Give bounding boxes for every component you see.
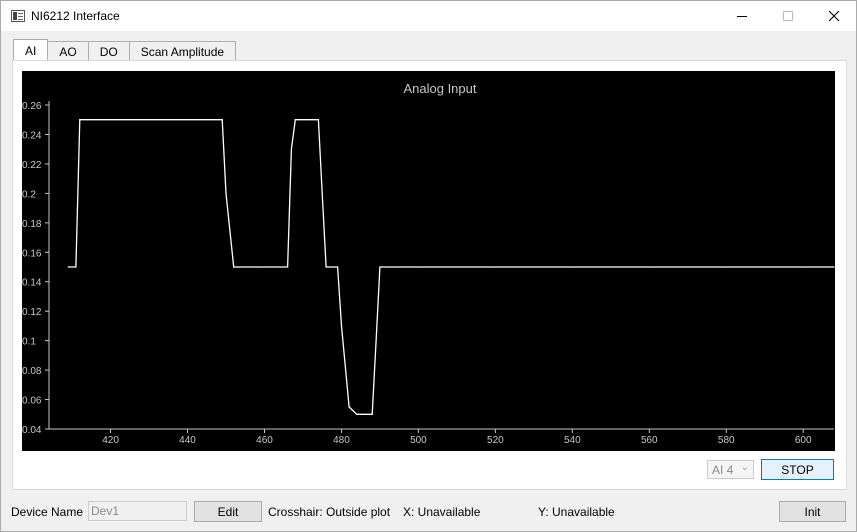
x-tick-label: 600 bbox=[795, 435, 812, 446]
data-point bbox=[802, 266, 804, 268]
x-tick-label: 580 bbox=[718, 435, 735, 446]
stop-button[interactable]: STOP bbox=[761, 459, 834, 480]
data-point bbox=[221, 119, 223, 121]
data-point bbox=[387, 266, 389, 268]
y-tick-label: 0.14 bbox=[22, 278, 42, 289]
data-point bbox=[67, 266, 69, 268]
tab-bar: AI AO DO Scan Amplitude bbox=[13, 39, 237, 61]
data-point bbox=[356, 413, 358, 415]
init-button[interactable]: Init bbox=[779, 501, 846, 522]
plot-title: Analog Input bbox=[403, 81, 476, 96]
series-line bbox=[68, 119, 834, 415]
data-point bbox=[148, 119, 150, 121]
data-point bbox=[494, 266, 496, 268]
chevron-down-icon: ⌄ bbox=[740, 462, 749, 473]
data-point bbox=[725, 266, 727, 268]
data-point bbox=[79, 119, 81, 121]
plot-canvas: Analog Input 0.04 0.06 0.08 0.1 0.12 0.14 0.16… bbox=[22, 81, 835, 446]
data-point bbox=[325, 266, 327, 268]
data-point bbox=[75, 266, 77, 268]
y-tick-label: 0.18 bbox=[22, 219, 42, 230]
y-tick-label: 0.08 bbox=[22, 366, 42, 377]
y-tick-label: 0.22 bbox=[22, 160, 42, 171]
maximize-icon bbox=[783, 11, 793, 21]
close-button[interactable] bbox=[811, 1, 857, 31]
data-point bbox=[340, 325, 343, 327]
x-readout: X: Unavailable bbox=[403, 505, 481, 519]
y-readout: Y: Unavailable bbox=[538, 505, 615, 519]
data-point bbox=[186, 119, 189, 121]
x-tick-label: 420 bbox=[102, 435, 119, 446]
data-point bbox=[379, 266, 381, 268]
minimize-icon bbox=[737, 15, 747, 17]
main-window: NI6212 Interface AI AO DO Scan Amplitude… bbox=[0, 0, 857, 532]
data-point bbox=[367, 413, 369, 415]
y-tick-label: 0.04 bbox=[22, 425, 42, 436]
device-name-field[interactable]: Dev1 bbox=[88, 501, 187, 521]
tab-do[interactable]: DO bbox=[87, 41, 130, 61]
x-tick-label: 460 bbox=[256, 435, 273, 446]
data-point bbox=[287, 266, 289, 268]
data-point bbox=[233, 266, 235, 268]
y-tick-label: 0.06 bbox=[22, 396, 42, 407]
app-window-icon bbox=[11, 10, 25, 22]
window-title: NI6212 Interface bbox=[31, 9, 120, 23]
crosshair-status: Crosshair: Outside plot bbox=[268, 505, 391, 519]
data-point bbox=[302, 119, 304, 121]
data-point bbox=[648, 266, 650, 268]
y-tick-label: 0.24 bbox=[22, 130, 42, 141]
x-tick-label: 560 bbox=[641, 435, 658, 446]
data-point bbox=[417, 266, 419, 268]
data-point bbox=[398, 266, 400, 268]
minimize-button[interactable] bbox=[719, 1, 765, 31]
tab-scan-amplitude[interactable]: Scan Amplitude bbox=[128, 41, 237, 61]
data-point bbox=[321, 192, 323, 194]
data-point bbox=[329, 266, 331, 268]
close-icon bbox=[828, 10, 840, 22]
y-tick-label: 0.16 bbox=[22, 248, 42, 259]
channel-select[interactable]: AI 4 ⌄ bbox=[707, 460, 754, 479]
tab-ai[interactable]: AI bbox=[13, 39, 49, 61]
data-point bbox=[375, 340, 377, 342]
data-point bbox=[290, 148, 292, 150]
title-bar[interactable]: NI6212 Interface bbox=[1, 1, 856, 31]
data-point bbox=[363, 413, 366, 415]
data-point bbox=[225, 192, 227, 194]
edit-button[interactable]: Edit bbox=[194, 501, 262, 522]
channel-select-value: AI 4 bbox=[712, 462, 734, 477]
x-tick-label: 500 bbox=[410, 435, 427, 446]
data-point bbox=[256, 266, 258, 268]
x-tick-label: 480 bbox=[333, 435, 350, 446]
analog-input-plot[interactable]: Analog Input 0.04 0.06 0.08 0.1 0.12 0.14 0.16… bbox=[22, 71, 835, 451]
data-point bbox=[86, 119, 89, 121]
data-point bbox=[348, 406, 350, 408]
data-point bbox=[110, 119, 112, 121]
maximize-button[interactable] bbox=[765, 1, 811, 31]
data-point bbox=[317, 119, 319, 121]
data-point bbox=[360, 413, 362, 415]
data-point bbox=[337, 266, 339, 268]
y-tick-label: 0.26 bbox=[22, 101, 42, 112]
tab-ao[interactable]: AO bbox=[47, 41, 89, 61]
data-point bbox=[371, 413, 373, 415]
data-point bbox=[310, 119, 312, 121]
data-point bbox=[833, 266, 835, 268]
y-tick-label: 0.1 bbox=[22, 337, 36, 348]
data-point bbox=[294, 119, 296, 121]
x-tick-label: 520 bbox=[487, 435, 504, 446]
x-tick-label: 540 bbox=[564, 435, 581, 446]
y-tick-label: 0.2 bbox=[22, 189, 36, 200]
x-tick-label: 440 bbox=[179, 435, 196, 446]
y-tick-label: 0.12 bbox=[22, 307, 42, 318]
device-name-label: Device Name bbox=[11, 505, 84, 519]
data-point bbox=[571, 266, 573, 268]
